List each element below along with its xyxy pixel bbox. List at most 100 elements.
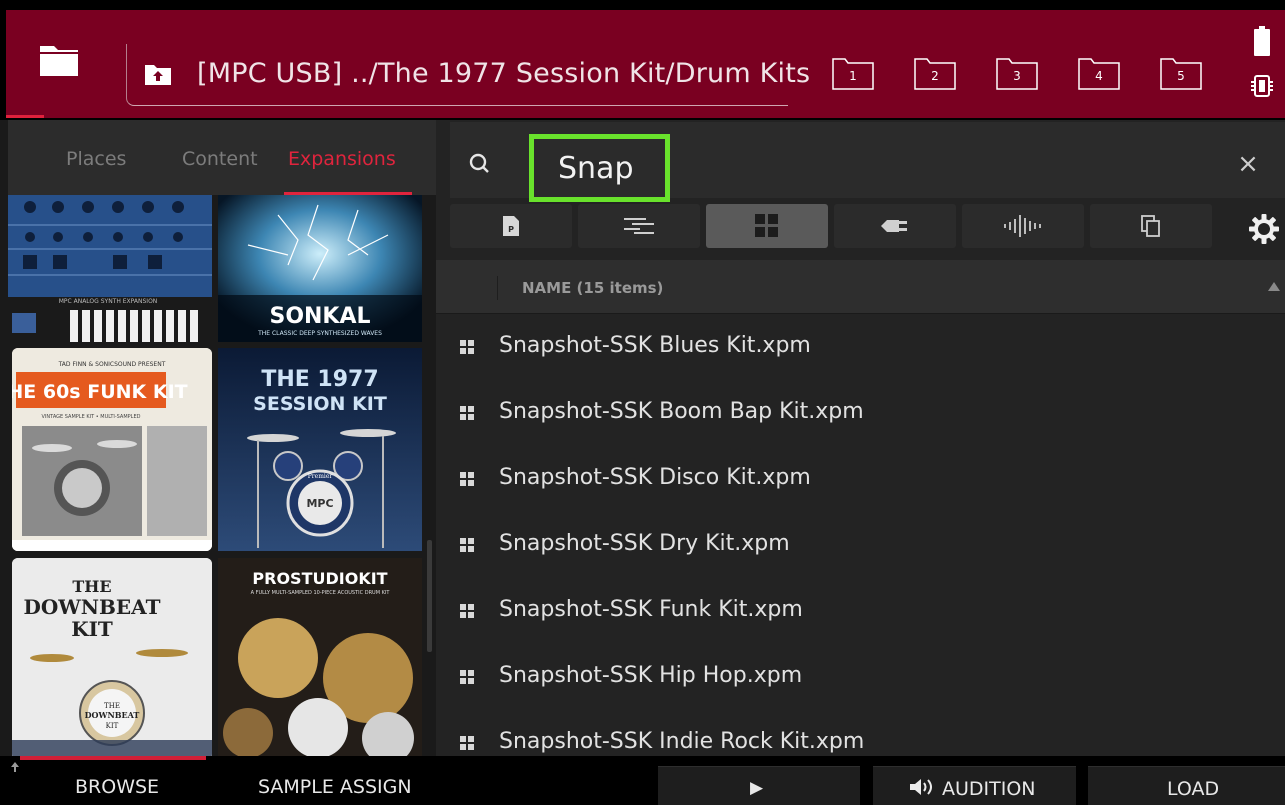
folder-slot-label: 5 xyxy=(1177,69,1185,83)
filter-kit-button[interactable] xyxy=(706,204,828,248)
svg-text:DOWNBEAT: DOWNBEAT xyxy=(24,595,161,619)
pro-studio-kit-artwork: PROSTUDIOKIT A FULLY MULTI-SAMPLED 10-PI… xyxy=(218,558,422,760)
source-tabs: Places Content Expansions xyxy=(8,120,436,195)
search-input[interactable]: Snap xyxy=(529,134,670,202)
sequence-icon xyxy=(624,218,654,234)
expansion-tile-1977-session-kit[interactable]: THE 1977 SESSION KIT MPC Premier xyxy=(218,348,422,551)
browse-button[interactable]: BROWSE xyxy=(75,776,159,798)
svg-text:A FULLY MULTI-SAMPLED 10-PIECE: A FULLY MULTI-SAMPLED 10-PIECE ACOUSTIC … xyxy=(251,590,391,596)
folder-slot-3[interactable]: 3 xyxy=(996,58,1038,90)
svg-text:SONKAL: SONKAL xyxy=(269,304,370,329)
file-name: Snapshot-SSK Disco Kit.xpm xyxy=(499,465,811,490)
svg-text:THE 60s FUNK KIT: THE 60s FUNK KIT xyxy=(12,381,188,403)
load-label: LOAD xyxy=(1167,778,1220,800)
expansion-tile-analog-synth[interactable]: MPC ANALOG SYNTH EXPANSION xyxy=(8,195,212,342)
sonkal-artwork: SONKAL THE CLASSIC DEEP SYNTHESIZED WAVE… xyxy=(218,195,422,342)
sort-ascending-icon[interactable] xyxy=(1268,282,1280,291)
list-item[interactable]: Snapshot-SSK Hip Hop.xpm xyxy=(436,644,1285,710)
sample-assign-button[interactable]: SAMPLE ASSIGN xyxy=(258,776,412,798)
expansion-tile-downbeat-kit[interactable]: THE DOWNBEAT KIT THE DOWNBEAT KIT xyxy=(12,558,212,760)
filter-plugin-button[interactable] xyxy=(834,204,956,248)
filter-sample-button[interactable] xyxy=(962,204,1084,248)
program-file-icon: P xyxy=(503,216,519,236)
grid-icon xyxy=(755,214,778,237)
audition-button[interactable]: AUDITION xyxy=(873,766,1076,805)
filter-bar: P xyxy=(436,204,1285,250)
svg-text:TAD FINN & SONICSOUND PRESENT: TAD FINN & SONICSOUND PRESENT xyxy=(58,361,166,368)
kit-grid-icon xyxy=(460,670,474,684)
folder-icon[interactable] xyxy=(38,42,80,78)
list-item[interactable]: Snapshot-SSK Boom Bap Kit.xpm xyxy=(436,380,1285,446)
header-bar: [MPC USB] ../The 1977 Session Kit/Drum K… xyxy=(0,0,1285,120)
file-list: Snapshot-SSK Blues Kit.xpm Snapshot-SSK … xyxy=(436,314,1285,756)
kit-grid-icon xyxy=(460,406,474,420)
folder-slot-label: 4 xyxy=(1095,69,1103,83)
expansion-grid: MPC ANALOG SYNTH EXPANSION SONKAL THE CL… xyxy=(8,195,424,760)
folder-slot-label: 1 xyxy=(849,69,857,83)
svg-text:P: P xyxy=(508,225,514,234)
expansion-tile-60s-funk-kit[interactable]: TAD FINN & SONICSOUND PRESENT THE 60s FU… xyxy=(12,348,212,551)
expansion-tile-sonkal[interactable]: SONKAL THE CLASSIC DEEP SYNTHESIZED WAVE… xyxy=(218,195,422,342)
arrow-up-icon xyxy=(11,762,19,772)
close-icon[interactable]: × xyxy=(1234,150,1262,178)
svg-text:THE: THE xyxy=(72,577,111,596)
right-panel: Snap × P NAME (15 items) Snapshot-SSK Bl… xyxy=(436,120,1285,756)
path-field[interactable]: [MPC USB] ../The 1977 Session Kit/Drum K… xyxy=(126,44,810,106)
battery-icon xyxy=(1254,26,1270,56)
list-item[interactable]: Snapshot-SSK Indie Rock Kit.xpm xyxy=(436,710,1285,756)
file-name: Snapshot-SSK Hip Hop.xpm xyxy=(499,663,803,688)
audition-label: AUDITION xyxy=(942,778,1036,800)
header-band: [MPC USB] ../The 1977 Session Kit/Drum K… xyxy=(6,10,1285,118)
kit-grid-icon xyxy=(460,604,474,618)
play-button[interactable]: ▶ xyxy=(658,766,860,805)
list-item[interactable]: Snapshot-SSK Funk Kit.xpm xyxy=(436,578,1285,644)
folder-slot-2[interactable]: 2 xyxy=(914,58,956,90)
storage-chip-icon[interactable] xyxy=(1250,74,1274,98)
filter-sequence-button[interactable] xyxy=(578,204,700,248)
filter-program-button[interactable]: P xyxy=(450,204,572,248)
list-item[interactable]: Snapshot-SSK Dry Kit.xpm xyxy=(436,512,1285,578)
kit-grid-icon xyxy=(460,538,474,552)
svg-text:THE CLASSIC DEEP SYNTHESIZED W: THE CLASSIC DEEP SYNTHESIZED WAVES xyxy=(257,330,382,337)
load-button[interactable]: LOAD xyxy=(1088,766,1285,805)
search-query: Snap xyxy=(558,151,634,186)
tab-places[interactable]: Places xyxy=(66,148,126,170)
folder-up-icon[interactable] xyxy=(144,62,172,86)
folder-slot-1[interactable]: 1 xyxy=(832,58,874,90)
search-icon[interactable] xyxy=(468,152,494,178)
kit-grid-icon xyxy=(460,736,474,750)
list-item[interactable]: Snapshot-SSK Disco Kit.xpm xyxy=(436,446,1285,512)
plugin-icon xyxy=(881,220,907,232)
folder-slot-5[interactable]: 5 xyxy=(1160,58,1202,90)
svg-text:KIT: KIT xyxy=(71,617,113,641)
svg-text:THE 1977: THE 1977 xyxy=(261,367,378,392)
speaker-icon xyxy=(910,779,932,795)
expansion-tile-pro-studio-kit[interactable]: PROSTUDIOKIT A FULLY MULTI-SAMPLED 10-PI… xyxy=(218,558,422,760)
left-panel: Places Content Expansions MPC ANALOG SYN… xyxy=(0,120,436,760)
svg-text:SESSION KIT: SESSION KIT xyxy=(253,393,387,415)
folder-slot-label: 2 xyxy=(931,69,939,83)
svg-text:MPC ANALOG SYNTH EXPANSION: MPC ANALOG SYNTH EXPANSION xyxy=(59,298,158,305)
tab-content[interactable]: Content xyxy=(182,148,258,170)
waveform-icon xyxy=(1004,215,1041,237)
funk-kit-artwork: TAD FINN & SONICSOUND PRESENT THE 60s FU… xyxy=(12,348,212,551)
tiles-scrollbar[interactable] xyxy=(427,540,432,652)
tab-expansions[interactable]: Expansions xyxy=(288,148,396,170)
downbeat-artwork: THE DOWNBEAT KIT THE DOWNBEAT KIT xyxy=(12,558,212,760)
search-bar: Snap × xyxy=(450,122,1285,202)
column-header[interactable]: NAME (15 items) xyxy=(436,260,1285,314)
list-item[interactable]: Snapshot-SSK Blues Kit.xpm xyxy=(436,314,1285,380)
svg-text:KIT: KIT xyxy=(106,722,119,730)
folder-slot-4[interactable]: 4 xyxy=(1078,58,1120,90)
file-name: Snapshot-SSK Boom Bap Kit.xpm xyxy=(499,399,864,424)
file-name: Snapshot-SSK Blues Kit.xpm xyxy=(499,333,811,358)
play-icon: ▶ xyxy=(750,778,764,798)
name-column-label: NAME (15 items) xyxy=(522,279,664,297)
folder-slot-label: 3 xyxy=(1013,69,1021,83)
svg-text:Premier: Premier xyxy=(308,473,333,480)
column-divider xyxy=(497,276,498,300)
gear-icon[interactable] xyxy=(1249,214,1279,244)
filter-project-button[interactable] xyxy=(1090,204,1212,248)
file-name: Snapshot-SSK Indie Rock Kit.xpm xyxy=(499,729,865,754)
svg-text:MPC: MPC xyxy=(306,497,333,510)
